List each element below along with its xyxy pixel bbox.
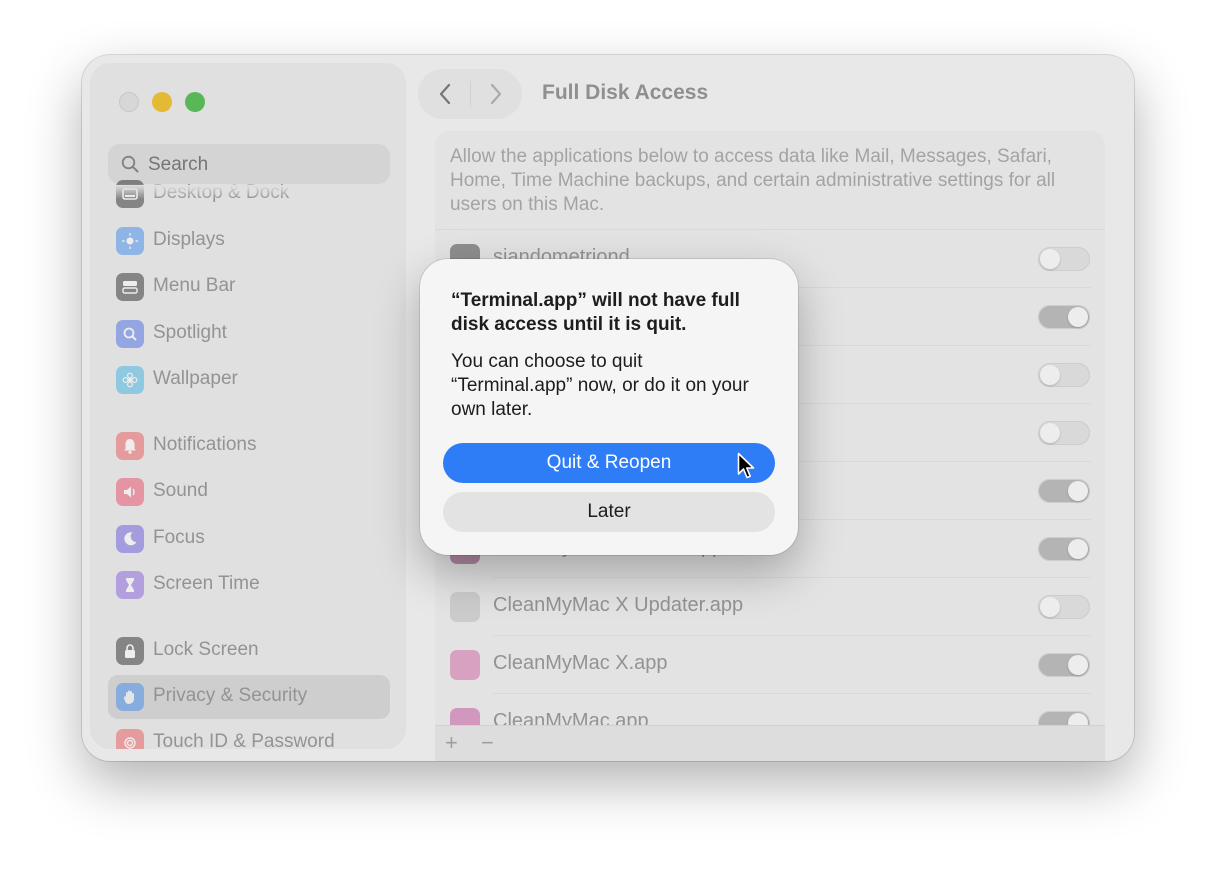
pointer-cursor-icon — [737, 452, 755, 479]
quit-reopen-button[interactable]: Quit & Reopen — [443, 443, 775, 483]
alert-dialog: “Terminal.app” will not have full disk a… — [420, 259, 798, 555]
later-button[interactable]: Later — [443, 492, 775, 532]
alert-message: You can choose to quit “Terminal.app” no… — [451, 351, 749, 420]
alert-title: “Terminal.app” will not have full disk a… — [451, 290, 740, 335]
